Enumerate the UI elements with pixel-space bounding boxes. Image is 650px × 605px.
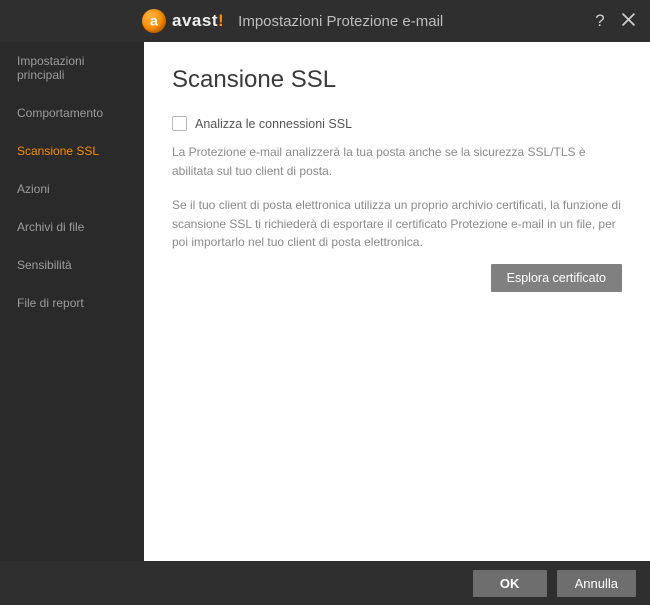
brand-bang: ! — [218, 11, 224, 30]
body: Impostazioni principali Comportamento Scan… — [0, 42, 650, 561]
help-button[interactable]: ? — [586, 7, 614, 35]
sidebar-item-label: Comportamento — [17, 106, 103, 120]
sidebar-item-label: Azioni — [17, 182, 50, 196]
certificate-button-row: Esplora certificato — [172, 264, 622, 292]
settings-window: avast! Impostazioni Protezione e-mail ? … — [0, 0, 650, 605]
close-button[interactable] — [614, 7, 642, 35]
sidebar-item-label: Sensibilità — [17, 258, 72, 272]
scan-ssl-checkbox-label: Analizza le connessioni SSL — [195, 117, 352, 131]
sidebar-item-label: File di report — [17, 296, 84, 310]
cancel-button[interactable]: Annulla — [557, 570, 636, 597]
sidebar-item-4[interactable]: Archivi di file — [0, 208, 144, 246]
sidebar-item-1[interactable]: Comportamento — [0, 94, 144, 132]
sidebar-item-6[interactable]: File di report — [0, 284, 144, 322]
sidebar-item-3[interactable]: Azioni — [0, 170, 144, 208]
sidebar-item-5[interactable]: Sensibilità — [0, 246, 144, 284]
description-1: La Protezione e-mail analizzerà la tua p… — [172, 143, 622, 180]
sidebar-item-label: Archivi di file — [17, 220, 84, 234]
scan-ssl-checkbox-row[interactable]: Analizza le connessioni SSL — [172, 116, 622, 131]
window-title: Impostazioni Protezione e-mail — [238, 13, 443, 30]
footer: OK Annulla — [0, 561, 650, 605]
description-2: Se il tuo client di posta elettronica ut… — [172, 196, 622, 252]
sidebar: Impostazioni principali Comportamento Scan… — [0, 42, 144, 561]
explore-certificate-button[interactable]: Esplora certificato — [491, 264, 622, 292]
close-icon — [622, 11, 635, 31]
titlebar: avast! Impostazioni Protezione e-mail ? — [0, 0, 650, 42]
page-title: Scansione SSL — [172, 66, 622, 94]
sidebar-item-0[interactable]: Impostazioni principali — [0, 42, 144, 94]
scan-ssl-checkbox[interactable] — [172, 116, 187, 131]
sidebar-item-2[interactable]: Scansione SSL — [0, 132, 144, 170]
avast-logo-icon — [142, 9, 166, 33]
sidebar-item-label: Scansione SSL — [17, 144, 99, 158]
brand-text: avast! — [172, 11, 224, 31]
main-panel: Scansione SSL Analizza le connessioni SS… — [144, 42, 650, 561]
brand-prefix: avast — [172, 11, 218, 30]
sidebar-item-label: Impostazioni principali — [17, 54, 84, 82]
logo-wrap: avast! Impostazioni Protezione e-mail — [142, 9, 443, 33]
help-icon: ? — [595, 11, 604, 31]
ok-button[interactable]: OK — [473, 570, 547, 597]
